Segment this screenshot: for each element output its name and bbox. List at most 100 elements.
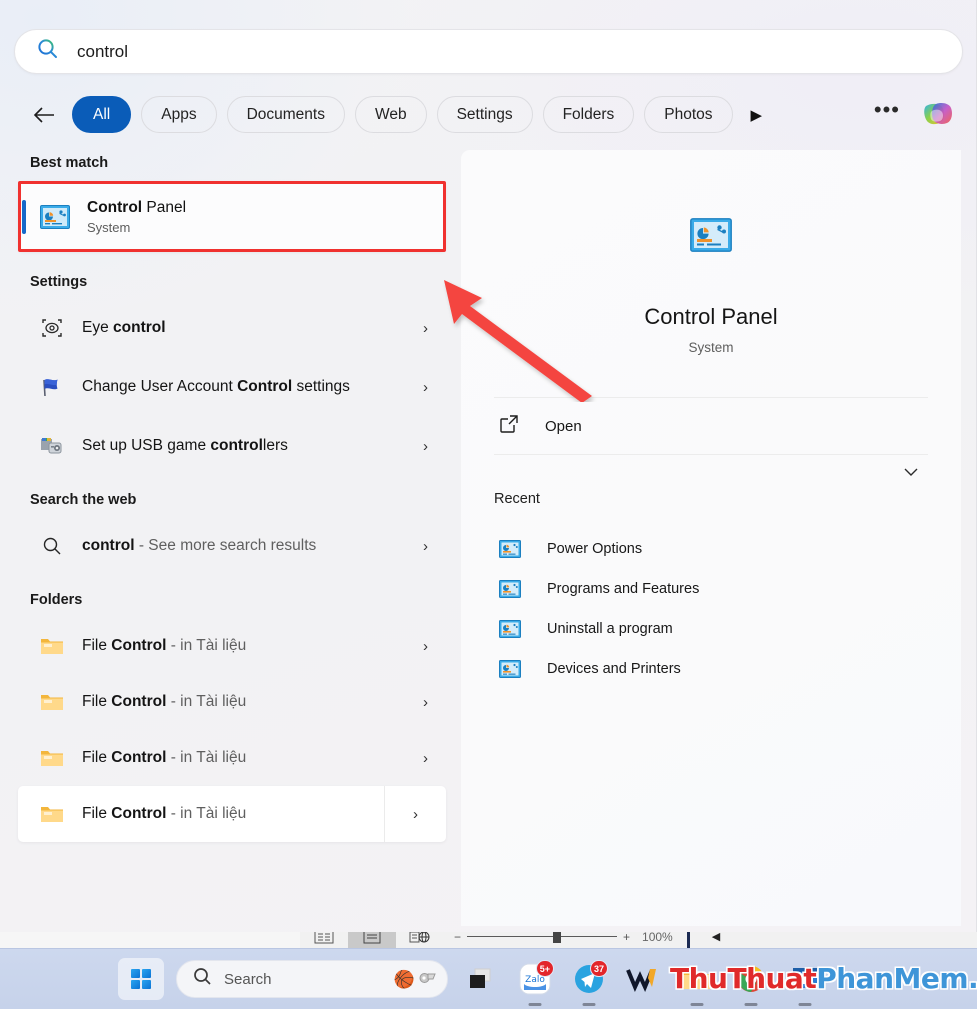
result-label: control - See more search results (82, 536, 316, 556)
label-bold: Control (111, 749, 166, 766)
chevron-right-icon[interactable]: › (423, 694, 428, 711)
label-bold: Control (111, 693, 166, 710)
result-folder-4[interactable]: File Control - in Tài liệu › (18, 786, 446, 842)
more-options-button[interactable]: ••• (874, 97, 900, 132)
result-label: Set up USB game controllers (82, 436, 288, 456)
search-web-heading: Search the web (30, 492, 460, 508)
tab-folders[interactable]: Folders (543, 96, 635, 133)
result-folder-3[interactable]: File Control - in Tài liệu › (18, 730, 446, 786)
copilot-icon[interactable] (916, 93, 960, 137)
folder-icon (40, 748, 64, 768)
result-folder-2[interactable]: File Control - in Tài liệu › (18, 674, 446, 730)
label-post: - in Tài liệu (166, 637, 246, 654)
taskbar-search-placeholder: Search (224, 971, 272, 988)
running-indicator (583, 1003, 596, 1006)
result-eye-control[interactable]: Eye control › (18, 300, 446, 356)
recent-item-devices-and-printers[interactable]: Devices and Printers (494, 649, 928, 689)
label-bold: control (210, 437, 263, 454)
chevron-right-icon[interactable]: › (423, 538, 428, 555)
chevron-right-icon[interactable]: › (423, 638, 428, 655)
recent-item-label: Uninstall a program (547, 621, 673, 637)
best-match-heading: Best match (30, 155, 460, 171)
site-watermark: ThuThuatPhanMem.vn (670, 962, 977, 995)
running-indicator (691, 1003, 704, 1006)
best-match-container: Control Panel System (18, 181, 446, 252)
result-usb-game-controllers[interactable]: Set up USB game controllers › (18, 418, 446, 474)
chevron-right-icon[interactable]: › (423, 379, 428, 396)
screen: − + 100% ◀ Search 🏀 (0, 0, 977, 1009)
windows-start-icon[interactable] (118, 958, 164, 1000)
chevron-right-icon[interactable]: › (423, 750, 428, 767)
best-match-item[interactable]: Control Panel System (18, 181, 446, 252)
recent-item-uninstall-a-program[interactable]: Uninstall a program (494, 609, 928, 649)
control-panel-icon (499, 620, 521, 638)
preview-divider-2 (494, 454, 928, 455)
search-input[interactable]: control (14, 29, 963, 74)
open-button[interactable]: Open (494, 398, 928, 454)
tab-settings[interactable]: Settings (437, 96, 533, 133)
control-panel-icon (40, 205, 70, 229)
taskbar-search-widgets[interactable]: 🏀 (394, 969, 437, 990)
whistle-icon[interactable] (417, 969, 437, 990)
search-icon (40, 536, 64, 556)
label-pre: File (82, 805, 111, 822)
folder-icon (40, 804, 64, 824)
running-indicator (529, 1003, 542, 1006)
label-post: - in Tài liệu (166, 693, 246, 710)
recent-item-power-options[interactable]: Power Options (494, 529, 928, 569)
telegram-badge: 37 (590, 960, 608, 977)
settings-heading: Settings (30, 274, 460, 290)
watermark-part1: ThuThuat (670, 962, 816, 995)
telegram-icon[interactable]: 37 (568, 958, 610, 1000)
zalo-badge: 5+ (536, 960, 554, 977)
result-folder-1[interactable]: File Control - in Tài liệu › (18, 618, 446, 674)
chevron-right-icon[interactable]: › (423, 438, 428, 455)
preview-icon-container (461, 218, 961, 252)
best-match-subtitle: System (87, 220, 186, 235)
zoom-slider[interactable] (467, 936, 617, 937)
wondershare-icon[interactable] (622, 958, 664, 1000)
chevron-right-triangle-icon[interactable]: ▶ (751, 106, 763, 124)
basketball-icon[interactable]: 🏀 (394, 971, 415, 988)
tab-photos[interactable]: Photos (644, 96, 732, 133)
open-label: Open (545, 418, 582, 435)
label-bold: Control (237, 378, 292, 395)
running-indicator (745, 1003, 758, 1006)
result-label: File Control - in Tài liệu (82, 748, 246, 768)
label-post: lers (263, 437, 288, 454)
control-panel-icon (499, 580, 521, 598)
back-arrow-icon[interactable] (28, 98, 62, 132)
search-box-container[interactable]: control (14, 29, 963, 74)
label-pre: File (82, 637, 111, 654)
result-web-search[interactable]: control - See more search results › (18, 518, 446, 574)
label-post: - in Tài liệu (166, 805, 246, 822)
search-filter-bar: All Apps Documents Web Settings Folders … (28, 92, 962, 137)
taskbar-search-box[interactable]: Search 🏀 (176, 960, 448, 998)
result-user-account-control[interactable]: Change User Account Control settings › (18, 356, 446, 418)
result-label: File Control - in Tài liệu (82, 636, 246, 656)
folder-icon (40, 636, 64, 656)
tab-apps[interactable]: Apps (141, 96, 216, 133)
tab-documents[interactable]: Documents (227, 96, 345, 133)
tab-all[interactable]: All (72, 96, 131, 133)
label-pre: File (82, 749, 111, 766)
game-controller-icon (40, 435, 64, 457)
chevron-right-icon[interactable]: › (384, 786, 446, 842)
zalo-icon[interactable]: Zalo 5+ (514, 958, 556, 1000)
chevron-down-icon[interactable] (894, 458, 928, 486)
best-match-text: Control Panel System (87, 199, 186, 235)
preview-title: Control Panel (461, 304, 961, 330)
preview-pane: Control Panel System Open Recent (461, 150, 961, 926)
recent-heading: Recent (494, 491, 961, 507)
recent-item-programs-and-features[interactable]: Programs and Features (494, 569, 928, 609)
chevron-right-icon[interactable]: › (423, 320, 428, 337)
label-bold: Control (111, 805, 166, 822)
task-view-icon[interactable] (460, 958, 502, 1000)
label-pre: Change User Account (82, 378, 237, 395)
recent-item-label: Programs and Features (547, 581, 699, 597)
result-label: File Control - in Tài liệu (82, 692, 246, 712)
watermark-part3: .vn (968, 962, 977, 995)
selection-indicator (22, 200, 26, 234)
control-panel-icon (499, 660, 521, 678)
tab-web[interactable]: Web (355, 96, 427, 133)
